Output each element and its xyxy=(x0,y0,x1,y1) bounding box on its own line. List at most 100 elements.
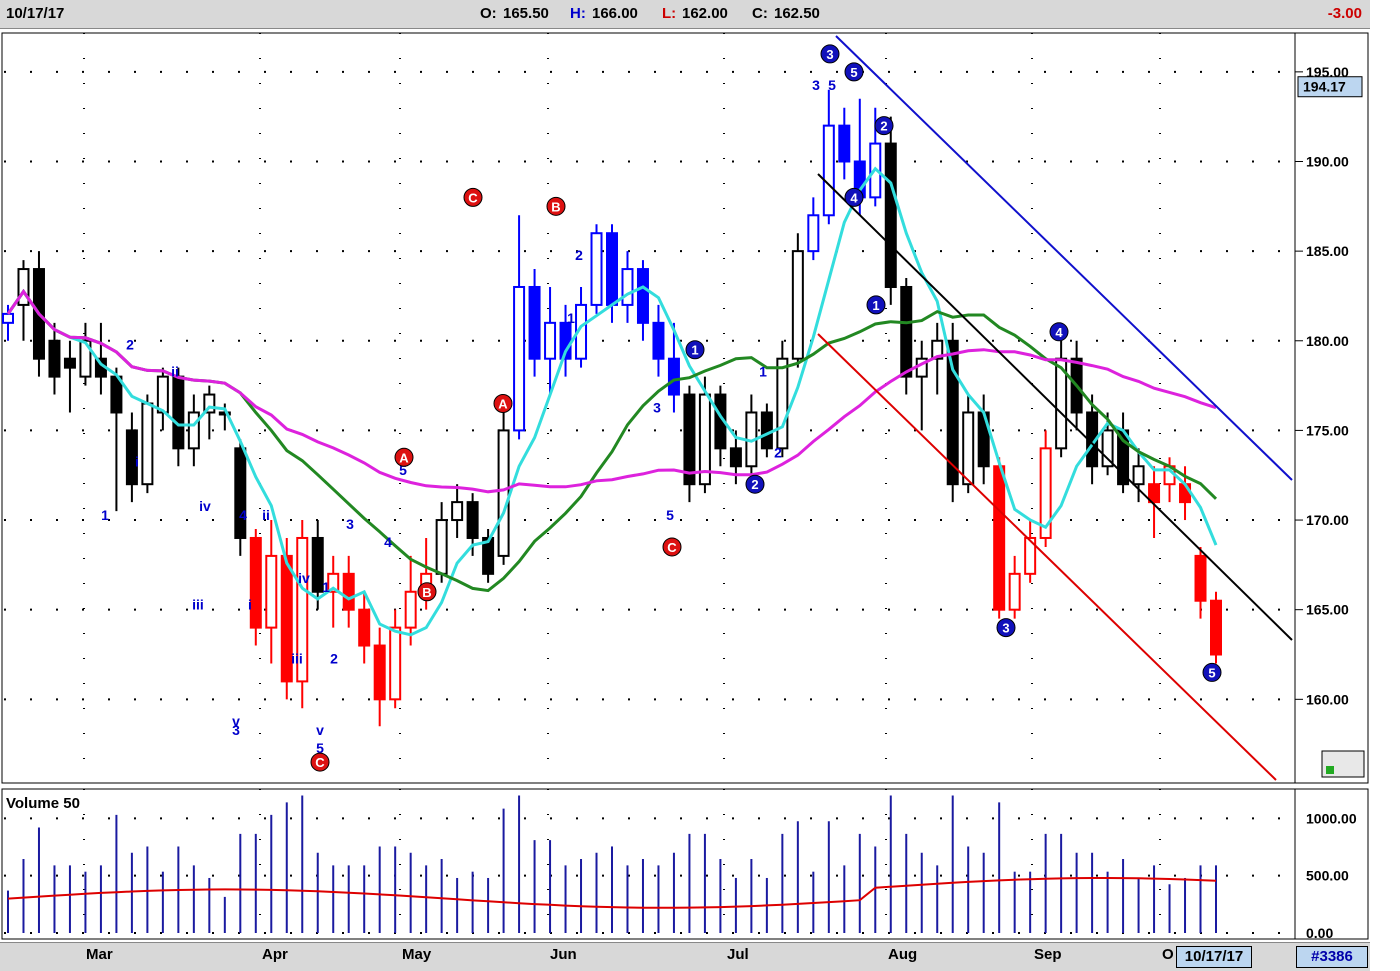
candle xyxy=(1055,340,1068,458)
candle-body xyxy=(900,285,913,378)
candle xyxy=(993,457,1006,619)
candle xyxy=(776,340,789,458)
price-chart[interactable]: 160.00 165.00 170.00 175.00 180.00 185.00 190.… xyxy=(0,28,1370,942)
wave-circle-C: C xyxy=(310,752,330,772)
month-label: Mar xyxy=(86,946,113,963)
candle-body xyxy=(234,447,247,539)
candle-body xyxy=(373,644,386,701)
wave-label: iv xyxy=(298,570,310,586)
wave-circle-text: A xyxy=(399,450,409,465)
month-label: Aug xyxy=(888,946,918,963)
candle-body xyxy=(141,402,154,486)
wave-label: v xyxy=(316,722,324,738)
month-label: Jun xyxy=(550,946,577,963)
candle xyxy=(884,116,897,305)
wave-label: 3 xyxy=(812,77,820,93)
wave-circle-1: 1 xyxy=(866,295,886,315)
wave-label: 3 xyxy=(653,399,661,415)
candle-body xyxy=(1008,572,1021,611)
wave-circle-text: C xyxy=(468,190,478,205)
candle-body xyxy=(528,285,541,360)
month-label: Apr xyxy=(262,946,288,963)
candle-body xyxy=(636,268,649,324)
current-date-box[interactable]: 10/17/17 xyxy=(1176,946,1252,968)
change-value: -3.00 xyxy=(1327,5,1362,22)
price-tick-label: 170.00 xyxy=(1306,512,1349,528)
candle-body xyxy=(776,357,789,450)
wave-circle-text: C xyxy=(315,755,325,770)
wave-circle-B: B xyxy=(417,582,437,602)
candle-body xyxy=(993,465,1006,611)
candle-body xyxy=(358,608,371,647)
wave-circle-B: B xyxy=(546,196,566,216)
candle-body xyxy=(466,501,479,539)
candle-body xyxy=(683,393,696,486)
candle-body xyxy=(48,339,61,378)
volume-tick-label: 0.00 xyxy=(1306,925,1333,941)
price-tick-label: 180.00 xyxy=(1306,333,1349,349)
wave-circle-2: 2 xyxy=(745,474,765,494)
candle-body xyxy=(63,357,76,369)
wave-circle-3: 3 xyxy=(996,618,1016,638)
candle xyxy=(296,520,309,709)
wave-label: ii xyxy=(171,364,179,380)
wave-label: 5 xyxy=(828,77,836,93)
price-tick-label: 160.00 xyxy=(1306,691,1349,707)
wave-circle-A: A xyxy=(493,394,513,414)
wave-circle-text: A xyxy=(498,397,508,412)
wave-circle-text: B xyxy=(551,199,560,214)
wave-label: 3 xyxy=(346,516,354,532)
candle-body xyxy=(884,142,897,288)
candle-body xyxy=(838,124,851,163)
scale-toggle-icon-dot xyxy=(1326,766,1334,774)
candle xyxy=(683,385,696,503)
candle-body xyxy=(822,124,835,217)
candle-body xyxy=(667,357,680,396)
close-value: 162.50 xyxy=(774,5,820,22)
wave-circle-4: 4 xyxy=(844,187,864,207)
wave-circle-3: 3 xyxy=(820,44,840,64)
candle-body xyxy=(606,232,618,306)
wave-circle-A: A xyxy=(394,447,414,467)
candle-body xyxy=(1194,554,1207,602)
volume-panel xyxy=(1,788,1369,940)
candle-body xyxy=(342,572,355,611)
candle-body xyxy=(807,214,820,253)
candle xyxy=(1039,430,1052,547)
wave-circle-text: 2 xyxy=(880,119,887,134)
candle xyxy=(590,224,603,314)
wave-circle-1: 1 xyxy=(685,340,705,360)
wave-label: 2 xyxy=(774,444,782,460)
candle xyxy=(791,233,804,368)
wave-label: 2 xyxy=(126,337,134,353)
wave-circle-5: 5 xyxy=(844,62,864,82)
candle-body xyxy=(544,321,557,360)
chart-id-box[interactable]: #3386 xyxy=(1296,946,1368,968)
wave-label: iii xyxy=(192,597,204,613)
price-tick-label: 175.00 xyxy=(1306,422,1349,438)
price-tick-label: 165.00 xyxy=(1306,602,1349,618)
wave-label: iv xyxy=(199,498,211,514)
candle-body xyxy=(172,375,185,450)
month-label: Sep xyxy=(1034,946,1062,963)
candle-body xyxy=(513,285,526,432)
candle-body xyxy=(451,501,464,522)
wave-label: i xyxy=(248,597,252,613)
candle-body xyxy=(497,429,510,557)
wave-circle-text: 1 xyxy=(872,298,879,313)
wave-circle-text: 5 xyxy=(850,65,857,80)
price-tick-label: 190.00 xyxy=(1306,153,1349,169)
candle-body xyxy=(156,375,169,414)
close-label: C: xyxy=(752,5,768,22)
wave-circle-2: 2 xyxy=(874,116,894,136)
candle-body xyxy=(404,590,417,629)
candle-body xyxy=(652,321,665,360)
candle-body xyxy=(389,626,402,701)
price-tick-label: 185.00 xyxy=(1306,243,1349,259)
candle-body xyxy=(435,519,448,575)
candle xyxy=(141,394,154,494)
month-label: Jul xyxy=(727,946,749,963)
candle-body xyxy=(962,411,975,486)
wave-label: 4 xyxy=(384,534,392,550)
wave-label: 2 xyxy=(330,650,338,666)
